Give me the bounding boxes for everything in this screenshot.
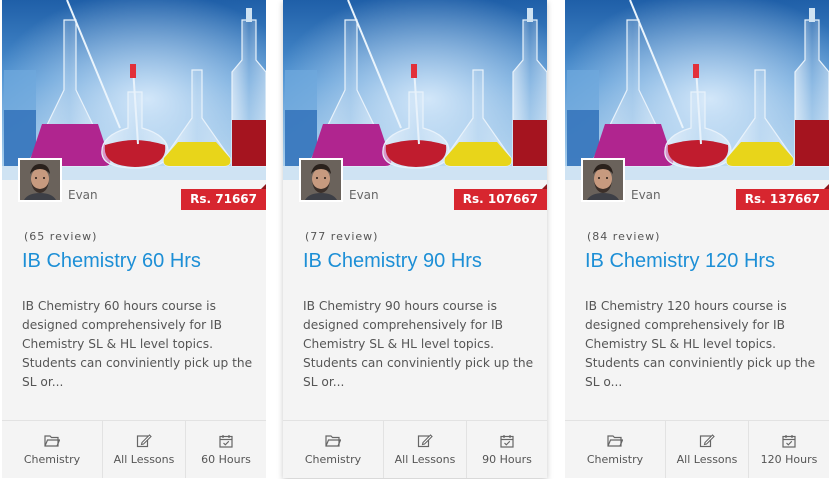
- hours-label: 60 Hours: [201, 453, 251, 466]
- avatar: [18, 158, 62, 202]
- review-count: (65 review): [24, 230, 98, 243]
- course-card[interactable]: Evan Rs. 71667 (65 review) IB Chemistry …: [2, 0, 266, 478]
- category-label: Chemistry: [23, 453, 81, 466]
- calendar-icon: [219, 435, 233, 448]
- category-label: Chemistry: [586, 453, 644, 466]
- price-badge: Rs. 71667: [181, 184, 266, 210]
- hours-label: 90 Hours: [482, 453, 532, 466]
- calendar-icon: [782, 435, 796, 448]
- edit-icon: [136, 434, 152, 448]
- review-count: (77 review): [305, 230, 379, 243]
- course-title[interactable]: IB Chemistry 60 Hrs: [22, 250, 262, 273]
- category-label: Chemistry: [304, 453, 362, 466]
- course-title[interactable]: IB Chemistry 90 Hrs: [303, 250, 543, 273]
- lessons-label: All Lessons: [394, 453, 456, 466]
- course-description: IB Chemistry 60 hours course is designed…: [22, 299, 253, 389]
- avatar: [581, 158, 625, 202]
- review-count: (84 review): [587, 230, 661, 243]
- duration-info: 90 Hours: [466, 421, 547, 478]
- course-card[interactable]: Evan Rs. 107667 (77 review) IB Chemistry…: [283, 0, 547, 478]
- lessons-label: All Lessons: [676, 453, 738, 466]
- course-description: IB Chemistry 120 hours course is designe…: [585, 299, 816, 389]
- edit-icon: [699, 434, 715, 448]
- course-description: IB Chemistry 90 hours course is designed…: [303, 299, 534, 389]
- course-meta: Chemistry All Lessons 90 Hours: [283, 420, 547, 478]
- duration-info: 60 Hours: [185, 421, 266, 478]
- instructor-name[interactable]: Evan: [68, 188, 98, 202]
- lessons-link[interactable]: All Lessons: [665, 421, 748, 478]
- edit-icon: [417, 434, 433, 448]
- course-image[interactable]: [283, 0, 547, 180]
- avatar: [299, 158, 343, 202]
- price-badge: Rs. 107667: [453, 184, 547, 210]
- calendar-icon: [500, 435, 514, 448]
- lessons-link[interactable]: All Lessons: [383, 421, 466, 478]
- price-badge: Rs. 137667: [735, 184, 829, 210]
- lessons-label: All Lessons: [113, 453, 175, 466]
- duration-info: 120 Hours: [748, 421, 829, 478]
- folder-icon: [325, 435, 341, 447]
- category-link[interactable]: Chemistry: [565, 421, 665, 478]
- instructor-name[interactable]: Evan: [631, 188, 661, 202]
- folder-icon: [44, 435, 60, 447]
- course-meta: Chemistry All Lessons 120 Hours: [565, 420, 829, 478]
- course-card[interactable]: Evan Rs. 137667 (84 review) IB Chemistry…: [565, 0, 829, 478]
- course-image[interactable]: [2, 0, 266, 180]
- hours-label: 120 Hours: [760, 453, 818, 466]
- course-meta: Chemistry All Lessons 60 Hours: [2, 420, 266, 478]
- course-image[interactable]: [565, 0, 829, 180]
- course-title[interactable]: IB Chemistry 120 Hrs: [585, 250, 825, 273]
- instructor-name[interactable]: Evan: [349, 188, 379, 202]
- category-link[interactable]: Chemistry: [283, 421, 383, 478]
- lessons-link[interactable]: All Lessons: [102, 421, 185, 478]
- folder-icon: [607, 435, 623, 447]
- category-link[interactable]: Chemistry: [2, 421, 102, 478]
